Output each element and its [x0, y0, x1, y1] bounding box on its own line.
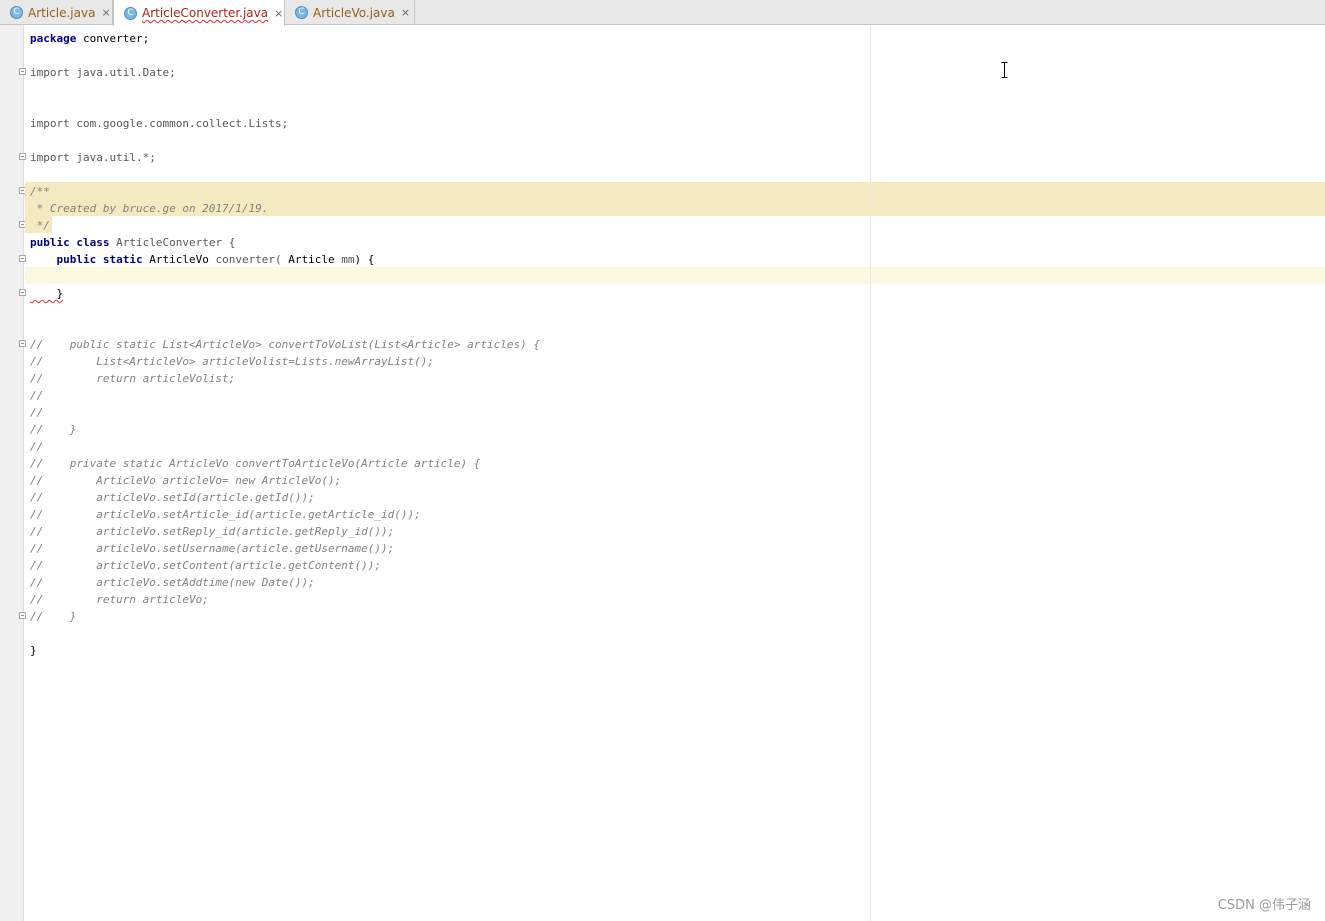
- code-line-import: import java.util.Date;: [30, 64, 176, 81]
- keyword: package: [30, 32, 77, 45]
- code-line-import: import java.util.*;: [30, 149, 156, 166]
- commented-code-line: // articleVo.setReply_id(article.getRepl…: [30, 525, 395, 538]
- code-text: java.util.*;: [69, 151, 156, 164]
- doc-comment-line: */: [30, 219, 50, 232]
- doc-comment-line: /**: [30, 185, 50, 198]
- class-name: ArticleConverter {: [109, 236, 236, 249]
- class-c-icon: C: [10, 6, 23, 19]
- commented-code-line: // }: [30, 610, 77, 623]
- fold-toggle-icon[interactable]: [19, 340, 26, 347]
- right-margin-guide: [870, 25, 871, 921]
- commented-code-line: //: [30, 440, 44, 453]
- code-text: com.google.common.collect.Lists;: [69, 117, 289, 130]
- commented-code-line: // articleVo.setUsername(article.getUser…: [30, 542, 395, 555]
- fold-toggle-icon[interactable]: [19, 68, 26, 75]
- code-text: converter;: [76, 32, 150, 45]
- commented-code-line: // List<ArticleVo> articleVolist=Lists.n…: [30, 355, 434, 368]
- code-line-close-brace: }: [30, 285, 63, 302]
- fold-toggle-icon[interactable]: [19, 289, 26, 296]
- type-name: ArticleVo: [142, 253, 209, 266]
- fold-toggle-icon[interactable]: [19, 255, 26, 262]
- class-c-icon: C: [124, 6, 137, 20]
- code-line-package: package converter;: [30, 30, 149, 47]
- editor-tab-bar: C Article.java × C ArticleConverter.java…: [0, 0, 1325, 26]
- text-cursor-icon: [1001, 62, 1008, 78]
- code-line-method-decl: public static ArticleVo converter( Artic…: [30, 251, 374, 268]
- close-icon[interactable]: ×: [401, 6, 410, 19]
- code-text: ) {: [354, 253, 375, 266]
- keyword: public class: [30, 236, 110, 249]
- commented-code-line: //: [30, 389, 44, 402]
- close-icon[interactable]: ×: [274, 7, 283, 20]
- class-c-icon: C: [295, 6, 308, 19]
- commented-code-line: // private static ArticleVo convertToArt…: [30, 457, 481, 470]
- tab-articleconverter-java[interactable]: C ArticleConverter.java ×: [113, 0, 285, 26]
- watermark: CSDN @伟子涵: [1217, 898, 1311, 913]
- commented-code-line: // return articleVolist;: [30, 372, 236, 385]
- commented-code-line: // articleVo.setId(article.getId());: [30, 491, 315, 504]
- commented-code-line: // articleVo.setArticle_id(article.getAr…: [30, 508, 421, 521]
- code-line-final-brace: }: [30, 644, 37, 657]
- method-name: converter(: [208, 253, 282, 266]
- caret-row-highlight: [25, 267, 1325, 284]
- commented-code-line: // ArticleVo articleVo= new ArticleVo();: [30, 474, 342, 487]
- tab-label: ArticleVo.java: [313, 5, 395, 20]
- doc-comment-line: * Created by bruce.ge on 2017/1/19.: [30, 202, 269, 215]
- param-name: mm: [334, 253, 355, 266]
- close-icon[interactable]: ×: [101, 6, 110, 19]
- keyword: import: [30, 66, 70, 79]
- code-line-import: import com.google.common.collect.Lists;: [30, 115, 288, 132]
- type-name: Article: [281, 253, 335, 266]
- tab-article-java[interactable]: C Article.java ×: [0, 0, 113, 25]
- code-line-class-decl: public class ArticleConverter {: [30, 234, 235, 251]
- fold-toggle-icon[interactable]: [19, 612, 26, 619]
- tab-label: Article.java: [28, 5, 96, 20]
- tab-label: ArticleConverter.java: [142, 6, 269, 20]
- keyword: import: [30, 151, 70, 164]
- code-text: java.util.Date;: [69, 66, 176, 79]
- tab-articlevo-java[interactable]: C ArticleVo.java ×: [285, 0, 415, 25]
- commented-code-line: //: [30, 406, 44, 419]
- commented-code-line: // }: [30, 423, 77, 436]
- commented-code-line: // articleVo.setAddtime(new Date());: [30, 576, 315, 589]
- keyword: public static: [30, 253, 143, 266]
- code-text: }: [30, 287, 64, 300]
- commented-code-line: // articleVo.setContent(article.getConte…: [30, 559, 381, 572]
- commented-code-line: // return articleVo;: [30, 593, 209, 606]
- fold-toggle-icon[interactable]: [19, 153, 26, 160]
- keyword: import: [30, 117, 70, 130]
- commented-code-line: // public static List<ArticleVo> convert…: [30, 338, 540, 351]
